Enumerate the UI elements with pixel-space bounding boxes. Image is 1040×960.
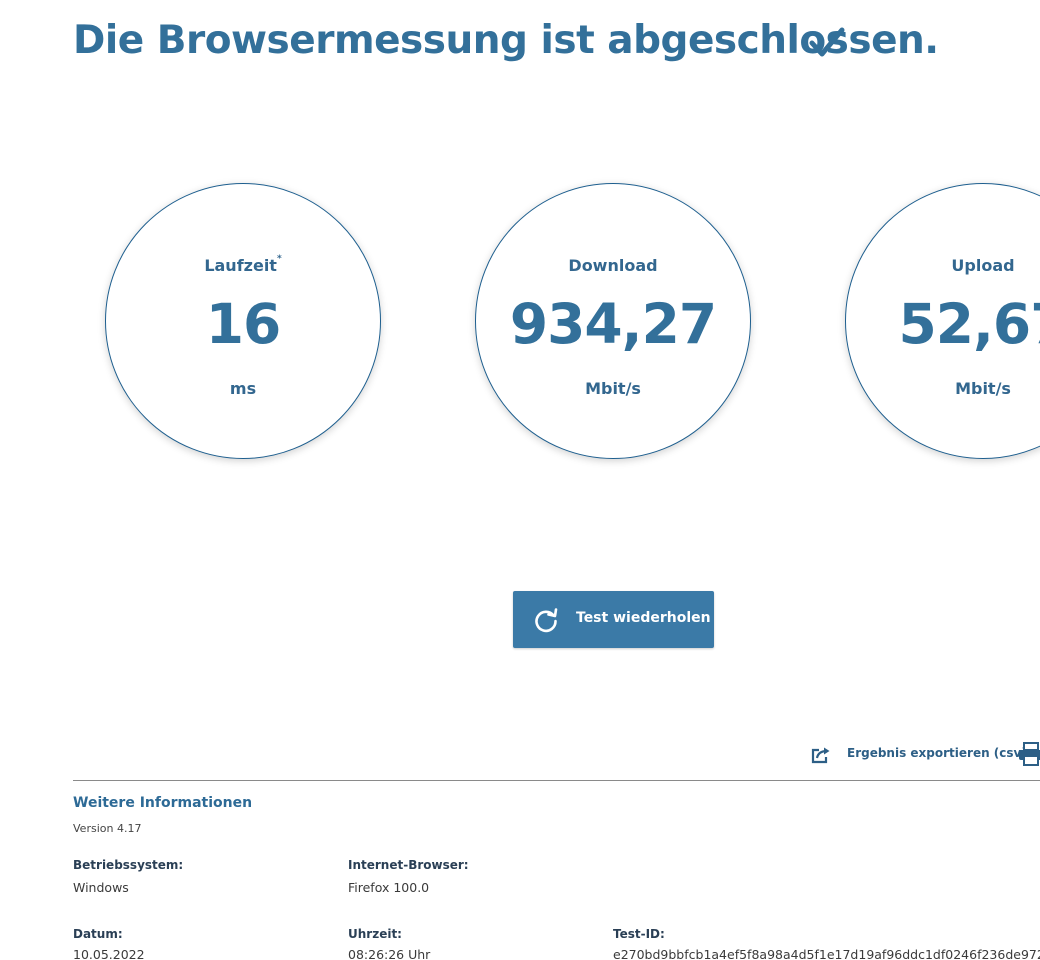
export-csv-label: Ergebnis exportieren (csv) [847,746,1027,760]
test-id-label: Test-ID: [613,927,665,941]
result-value: 934,27 [509,292,717,356]
page: Die Browsermessung ist abgeschlossen. La… [0,0,1040,960]
result-value: 16 [205,292,282,356]
repeat-test-label: Test wiederholen [576,610,711,626]
result-unit: Mbit/s [955,379,1011,398]
result-value: 52,67 [898,292,1040,356]
checkmark-icon [809,27,845,57]
printer-icon[interactable] [1018,741,1040,767]
time-label: Uhrzeit: [348,927,402,941]
result-label: Laufzeit* [204,254,282,275]
result-circle-laufzeit: Laufzeit* 16 ms [105,183,381,459]
os-value: Windows [73,880,129,895]
browser-label: Internet-Browser: [348,858,469,872]
test-id-value: e270bd9bbfcb1a4ef5f8a98a4d5f1e17d19af96d… [613,947,1040,960]
footnote-marker: * [276,254,282,264]
browser-value: Firefox 100.0 [348,880,430,895]
repeat-test-button[interactable]: Test wiederholen [513,591,714,648]
version-text: Version 4.17 [73,822,142,835]
time-value: 08:26:26 Uhr [348,947,431,960]
result-unit: Mbit/s [585,379,641,398]
result-unit: ms [229,379,257,398]
result-circle-upload: Upload 52,67 Mbit/s [845,183,1040,459]
result-label: Upload [951,256,1015,275]
section-title: Weitere Informationen [73,795,253,811]
share-icon [811,747,830,764]
date-value: 10.05.2022 [73,947,145,960]
divider [73,780,1040,781]
refresh-icon [535,608,558,633]
os-label: Betriebssystem: [73,858,184,872]
result-circle-download: Download 934,27 Mbit/s [475,183,751,459]
result-label: Download [568,256,658,275]
date-label: Datum: [73,927,123,941]
